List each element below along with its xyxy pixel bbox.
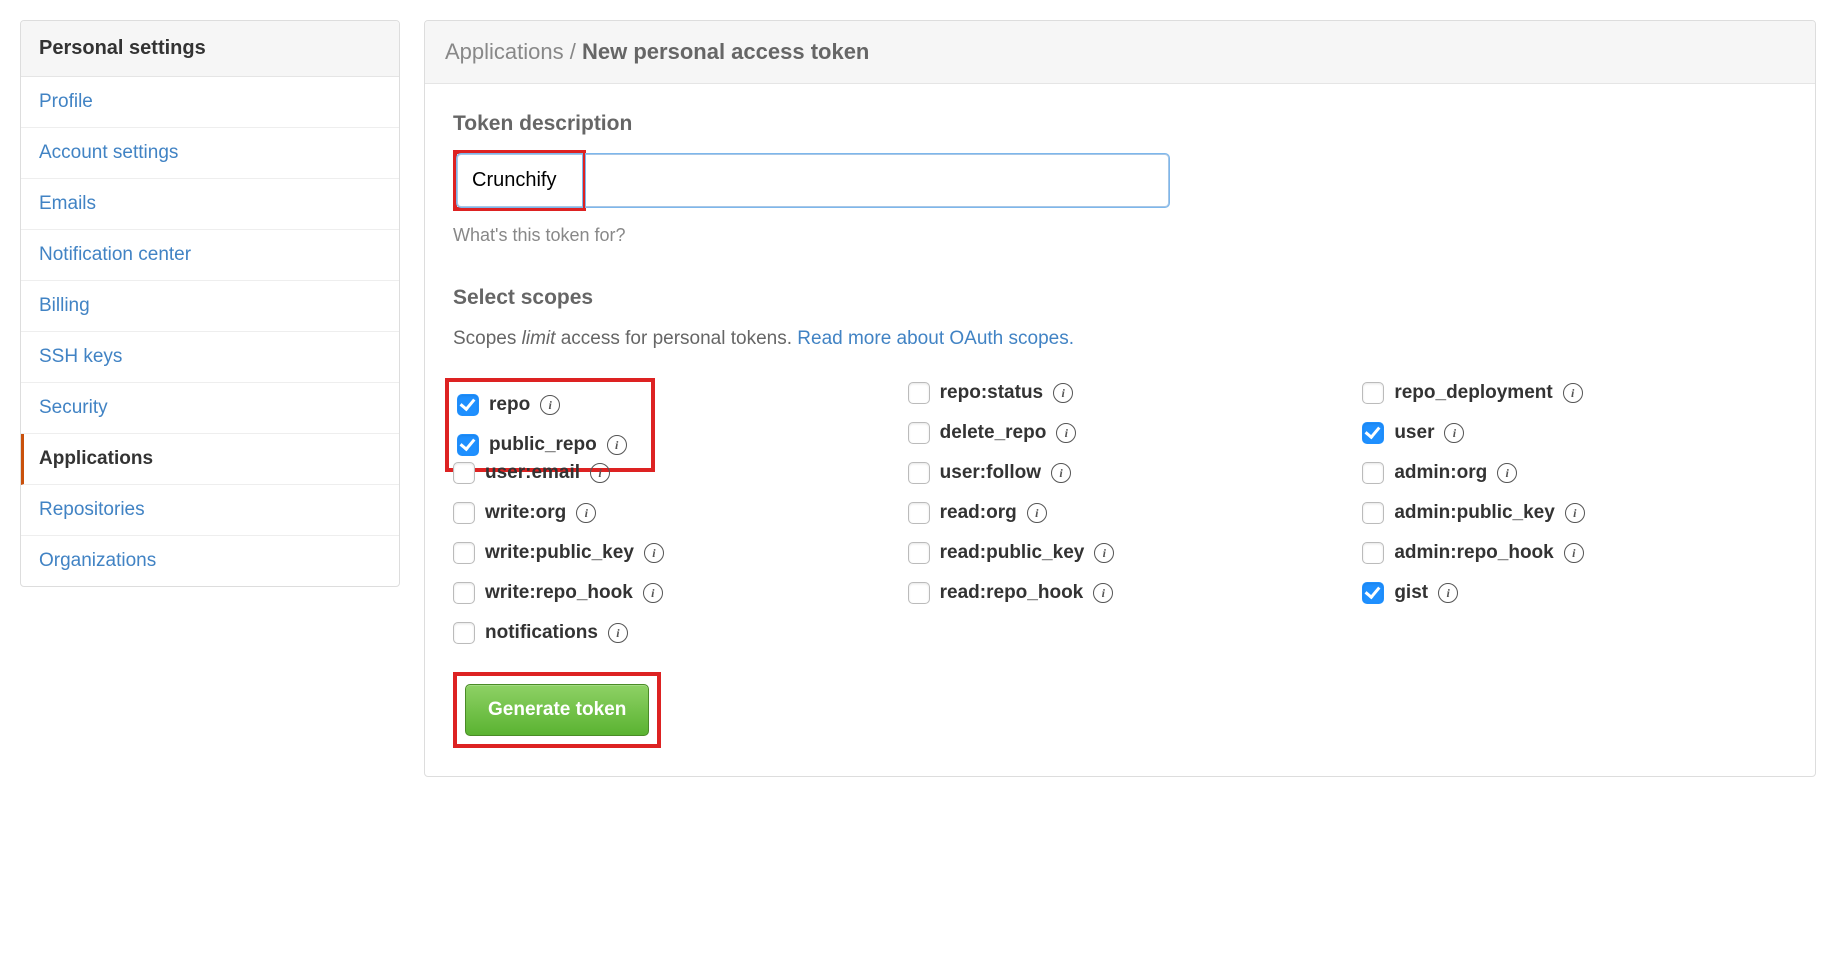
scope-user-label: user — [1394, 422, 1434, 444]
scope-repo_deployment: repo_deployment i — [1362, 382, 1787, 404]
breadcrumb-sep: / — [570, 39, 576, 64]
scope-gist-checkbox[interactable] — [1362, 582, 1384, 604]
info-icon[interactable]: i — [1563, 383, 1583, 403]
scope-notifications: notifications i — [453, 622, 878, 644]
scope-gist: gisti — [1362, 582, 1787, 604]
scope-admin_repo_hook: admin:repo_hook i — [1362, 542, 1787, 564]
scopes-title: Select scopes — [453, 286, 1787, 310]
sidebar-item-repos[interactable]: Repositories — [21, 485, 399, 536]
sidebar-item-account[interactable]: Account settings — [21, 128, 399, 179]
info-icon[interactable]: i — [1438, 583, 1458, 603]
info-icon[interactable]: i — [643, 583, 663, 603]
info-icon[interactable]: i — [1027, 503, 1047, 523]
scope-write_org-checkbox[interactable] — [453, 502, 475, 524]
sidebar-item-security[interactable]: Security — [21, 383, 399, 434]
scopes-description: Scopes limit access for personal tokens.… — [453, 328, 1787, 350]
scopes-learn-more-link[interactable]: Read more about OAuth scopes. — [797, 328, 1074, 349]
scope-admin_public_key: admin:public_key i — [1362, 502, 1787, 524]
scope-user_email-label: user:email — [485, 462, 580, 484]
scope-user: useri — [1362, 422, 1787, 444]
sidebar-item-billing[interactable]: Billing — [21, 281, 399, 332]
scope-user_follow-checkbox[interactable] — [908, 462, 930, 484]
scope-repo_status-label: repo:status — [940, 382, 1043, 404]
scope-repo-checkbox[interactable] — [457, 394, 479, 416]
breadcrumb-current: New personal access token — [582, 39, 869, 64]
scope-user_follow-label: user:follow — [940, 462, 1041, 484]
scope-read_repo_hook-checkbox[interactable] — [908, 582, 930, 604]
info-icon[interactable]: i — [590, 463, 610, 483]
scope-write_repo_hook-label: write:repo_hook — [485, 582, 633, 604]
scope-public_repo-checkbox[interactable] — [457, 434, 479, 456]
scope-admin_org: admin:org i — [1362, 462, 1787, 484]
info-icon[interactable]: i — [608, 623, 628, 643]
scope-read_public_key-checkbox[interactable] — [908, 542, 930, 564]
scope-repo_status: repo:status i — [908, 382, 1333, 404]
scope-read_public_key-label: read:public_key — [940, 542, 1085, 564]
scope-read_repo_hook-label: read:repo_hook — [940, 582, 1084, 604]
scope-write_public_key: write:public_key i — [453, 542, 878, 564]
scope-write_public_key-label: write:public_key — [485, 542, 634, 564]
scope-gist-label: gist — [1394, 582, 1428, 604]
info-icon[interactable]: i — [576, 503, 596, 523]
token-description-input-remainder[interactable] — [586, 154, 1169, 207]
token-description-hint: What's this token for? — [453, 225, 1787, 246]
info-icon[interactable]: i — [1051, 463, 1071, 483]
scope-write_repo_hook: write:repo_hook i — [453, 582, 878, 604]
main-panel: Applications / New personal access token… — [424, 20, 1816, 777]
scope-read_repo_hook: read:repo_hook i — [908, 582, 1333, 604]
scope-write_org-label: write:org — [485, 502, 566, 524]
generate-token-button[interactable]: Generate token — [465, 684, 649, 736]
scope-read_org: read:org i — [908, 502, 1333, 524]
scope-read_org-checkbox[interactable] — [908, 502, 930, 524]
scope-admin_repo_hook-checkbox[interactable] — [1362, 542, 1384, 564]
sidebar-item-ssh[interactable]: SSH keys — [21, 332, 399, 383]
sidebar-heading: Personal settings — [21, 21, 399, 77]
scope-user-checkbox[interactable] — [1362, 422, 1384, 444]
scope-notifications-label: notifications — [485, 622, 598, 644]
scope-admin_org-label: admin:org — [1394, 462, 1487, 484]
scope-repo_status-checkbox[interactable] — [908, 382, 930, 404]
sidebar-item-emails[interactable]: Emails — [21, 179, 399, 230]
info-icon[interactable]: i — [1565, 503, 1585, 523]
token-description-label: Token description — [453, 112, 1787, 136]
scope-admin_public_key-checkbox[interactable] — [1362, 502, 1384, 524]
sidebar-item-applications[interactable]: Applications — [21, 434, 399, 485]
info-icon[interactable]: i — [1053, 383, 1073, 403]
scope-user_email: user:email i — [453, 462, 878, 484]
info-icon[interactable]: i — [1564, 543, 1584, 563]
token-description-input[interactable] — [457, 154, 582, 207]
info-icon[interactable]: i — [1056, 423, 1076, 443]
sidebar-item-orgs[interactable]: Organizations — [21, 536, 399, 586]
info-icon[interactable]: i — [644, 543, 664, 563]
scope-admin_public_key-label: admin:public_key — [1394, 502, 1555, 524]
scope-repo_deployment-checkbox[interactable] — [1362, 382, 1384, 404]
breadcrumb: Applications / New personal access token — [425, 21, 1815, 84]
settings-sidebar: Personal settings ProfileAccount setting… — [20, 20, 400, 587]
info-icon[interactable]: i — [1093, 583, 1113, 603]
scope-user_email-checkbox[interactable] — [453, 462, 475, 484]
scope-write_repo_hook-checkbox[interactable] — [453, 582, 475, 604]
info-icon[interactable]: i — [1444, 423, 1464, 443]
sidebar-item-profile[interactable]: Profile — [21, 77, 399, 128]
scope-admin_repo_hook-label: admin:repo_hook — [1394, 542, 1553, 564]
scope-admin_org-checkbox[interactable] — [1362, 462, 1384, 484]
scope-delete_repo-label: delete_repo — [940, 422, 1047, 444]
scope-notifications-checkbox[interactable] — [453, 622, 475, 644]
scope-user_follow: user:follow i — [908, 462, 1333, 484]
info-icon[interactable]: i — [1497, 463, 1517, 483]
scope-repo_deployment-label: repo_deployment — [1394, 382, 1552, 404]
scope-read_public_key: read:public_key i — [908, 542, 1333, 564]
breadcrumb-root[interactable]: Applications — [445, 39, 564, 64]
sidebar-item-notifications[interactable]: Notification center — [21, 230, 399, 281]
scope-read_org-label: read:org — [940, 502, 1017, 524]
scope-delete_repo-checkbox[interactable] — [908, 422, 930, 444]
scope-delete_repo: delete_repo i — [908, 422, 1333, 444]
scope-write_public_key-checkbox[interactable] — [453, 542, 475, 564]
info-icon[interactable]: i — [1094, 543, 1114, 563]
scope-write_org: write:org i — [453, 502, 878, 524]
